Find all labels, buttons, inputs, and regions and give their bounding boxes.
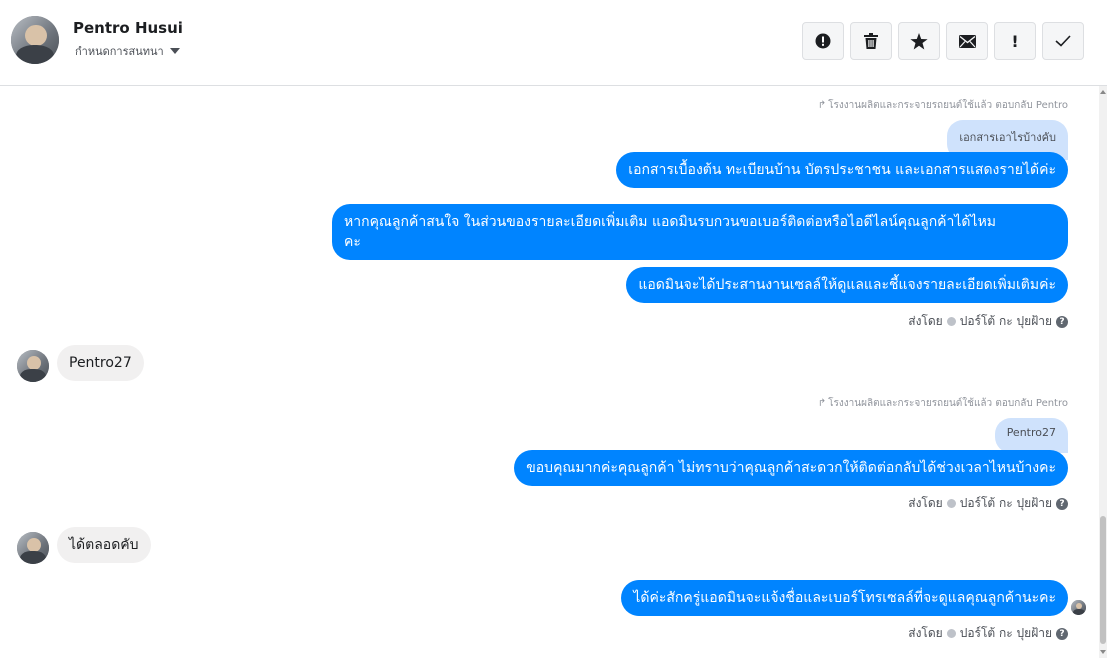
- sent-by-label: ส่งโดย: [908, 626, 943, 640]
- assign-conversation-dropdown[interactable]: กำหนดการสนทนา: [75, 42, 180, 60]
- help-icon[interactable]: ?: [1056, 627, 1068, 640]
- outgoing-message[interactable]: ขอบคุณมากค่ะคุณลูกค้า ไม่ทราบว่าคุณลูกค้…: [514, 450, 1068, 486]
- contact-name[interactable]: Pentro Husui: [73, 19, 183, 37]
- thread-scrollbar[interactable]: [1099, 86, 1107, 658]
- quoted-message[interactable]: Pentro27: [994, 418, 1068, 453]
- reply-note-text: โรงงานผลิตและกระจายรถยนต์ใช้แล้ว ตอบกลับ…: [828, 398, 1068, 409]
- sender-name[interactable]: ปอร์โต้ กะ ปุยฝ้าย: [960, 624, 1052, 643]
- envelope-icon: [958, 34, 976, 48]
- star-icon: [910, 32, 928, 49]
- scroll-up-arrow-icon[interactable]: [1100, 90, 1106, 94]
- reply-context-note: ↱ โรงงานผลิตและกระจายรถยนต์ใช้แล้ว ตอบกล…: [818, 98, 1068, 113]
- verified-check-icon: [946, 499, 956, 508]
- reply-context-note: ↱ โรงงานผลิตและกระจายรถยนต์ใช้แล้ว ตอบกล…: [818, 396, 1068, 411]
- sent-by-label: ส่งโดย: [908, 314, 943, 328]
- reply-note-text: โรงงานผลิตและกระจายรถยนต์ใช้แล้ว ตอบกลับ…: [828, 100, 1068, 111]
- follow-up-button[interactable]: !: [994, 22, 1036, 60]
- scrollbar-thumb[interactable]: [1100, 516, 1106, 644]
- conversation-toolbar: !: [802, 22, 1084, 60]
- verified-check-icon: [946, 317, 956, 326]
- sent-by-info: ส่งโดย ปอร์โต้ กะ ปุยฝ้าย ?: [908, 494, 1068, 513]
- mark-done-button[interactable]: [1042, 22, 1084, 60]
- outgoing-message[interactable]: หากคุณลูกค้าสนใจ ในส่วนของรายละเอียดเพิ่…: [332, 204, 1068, 260]
- checkmark-icon: [1055, 35, 1071, 47]
- sender-name[interactable]: ปอร์โต้ กะ ปุยฝ้าย: [960, 312, 1052, 331]
- delete-button[interactable]: [850, 22, 892, 60]
- outgoing-message[interactable]: แอดมินจะได้ประสานงานเซลล์ให้ดูแลและชี้แจ…: [626, 267, 1068, 303]
- seen-avatar: [1071, 600, 1086, 615]
- conversation-header: Pentro Husui กำหนดการสนทนา !: [0, 0, 1107, 86]
- sent-by-info: ส่งโดย ปอร์โต้ กะ ปุยฝ้าย ?: [908, 312, 1068, 331]
- outgoing-message[interactable]: ได้ค่ะสักครู่แอดมินจะแจ้งชื่อและเบอร์โทร…: [621, 580, 1068, 616]
- help-icon[interactable]: ?: [1056, 497, 1068, 510]
- reply-arrow-icon: ↱: [817, 398, 827, 409]
- reply-arrow-icon: ↱: [817, 100, 827, 111]
- message-line: คะ: [344, 234, 361, 250]
- help-icon[interactable]: ?: [1056, 315, 1068, 328]
- incoming-message[interactable]: Pentro27: [57, 345, 144, 381]
- contact-avatar[interactable]: [17, 350, 49, 382]
- mark-unread-button[interactable]: [946, 22, 988, 60]
- alert-circle-icon: [815, 33, 831, 49]
- sender-name[interactable]: ปอร์โต้ กะ ปุยฝ้าย: [960, 494, 1052, 513]
- verified-check-icon: [946, 629, 956, 638]
- scroll-down-arrow-icon[interactable]: [1100, 650, 1106, 654]
- caret-down-icon: [169, 48, 180, 54]
- sent-by-info: ส่งโดย ปอร์โต้ กะ ปุยฝ้าย ?: [908, 624, 1068, 643]
- incoming-message[interactable]: ได้ตลอดคับ: [57, 527, 151, 563]
- trash-icon: [864, 33, 878, 49]
- contact-avatar[interactable]: [17, 532, 49, 564]
- message-thread[interactable]: ↱ โรงงานผลิตและกระจายรถยนต์ใช้แล้ว ตอบกล…: [0, 86, 1099, 658]
- outgoing-message[interactable]: เอกสารเบื้องต้น ทะเบียนบ้าน บัตรประชาชน …: [616, 152, 1068, 188]
- star-button[interactable]: [898, 22, 940, 60]
- sent-by-label: ส่งโดย: [908, 496, 943, 510]
- message-line: หากคุณลูกค้าสนใจ ในส่วนของรายละเอียดเพิ่…: [344, 214, 997, 230]
- exclamation-icon: !: [1011, 31, 1019, 51]
- spam-button[interactable]: [802, 22, 844, 60]
- contact-avatar[interactable]: [11, 16, 59, 64]
- assign-label: กำหนดการสนทนา: [75, 45, 164, 58]
